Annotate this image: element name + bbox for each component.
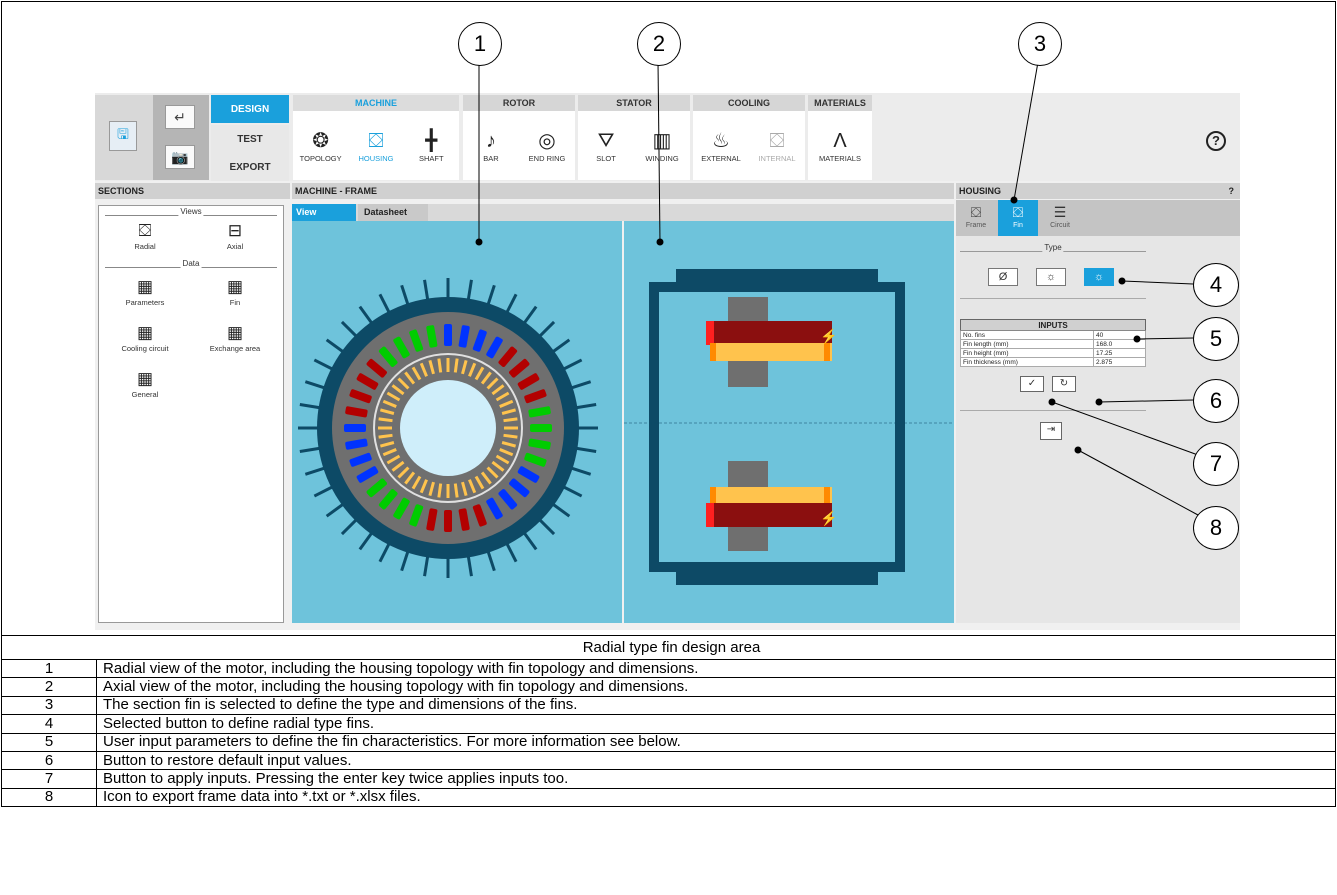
row-number: 3 — [1, 695, 97, 716]
row-number: 7 — [1, 769, 97, 789]
table-row: 6 Button to restore default input values. — [1, 750, 1336, 771]
callout-1: 1 — [458, 22, 502, 66]
row-number: 4 — [1, 714, 97, 734]
callout-2: 2 — [637, 22, 681, 66]
row-text: Selected button to define radial type fi… — [96, 714, 1336, 734]
row-text: Button to apply inputs. Pressing the ent… — [96, 769, 1336, 789]
callout-lines — [475, 61, 1199, 516]
row-number: 1 — [1, 658, 97, 679]
row-number: 8 — [1, 787, 97, 808]
row-number: 6 — [1, 750, 97, 771]
row-text: Axial view of the motor, including the h… — [96, 677, 1336, 697]
table-row: 5 User input parameters to define the fin… — [1, 732, 1336, 752]
row-text: User input parameters to define the fin … — [96, 732, 1336, 752]
callout-6: 6 — [1193, 379, 1239, 423]
figure-caption: Radial type fin design area — [1, 635, 1336, 660]
row-number: 2 — [1, 677, 97, 697]
table-row: 8 Icon to export frame data into *.txt or… — [1, 787, 1336, 808]
row-text: The section fin is selected to define th… — [96, 695, 1336, 716]
callout-3: 3 — [1018, 22, 1062, 66]
callout-4: 4 — [1193, 263, 1239, 307]
callout-8: 8 — [1193, 506, 1239, 550]
table-row: 1 Radial view of the motor, including the… — [1, 658, 1336, 679]
table-row: 2 Axial view of the motor, including the … — [1, 677, 1336, 697]
table-row: 7 Button to apply inputs. Pressing the en… — [1, 769, 1336, 789]
row-text: Button to restore default input values. — [96, 750, 1336, 771]
row-text: Icon to export frame data into *.txt or … — [96, 787, 1336, 808]
legend-table: Radial type fin design area 1 Radial view… — [1, 635, 1336, 808]
figure: 🖫 ↵ 📷 DESIGN TEST EXPORT MACHINE ❂ TOPOLO… — [0, 0, 1337, 895]
row-number: 5 — [1, 732, 97, 752]
row-text: Radial view of the motor, including the … — [96, 658, 1336, 679]
table-row: 4 Selected button to define radial type f… — [1, 714, 1336, 734]
callout-5: 5 — [1193, 317, 1239, 361]
callout-7: 7 — [1193, 442, 1239, 486]
table-row: 3 The section fin is selected to define t… — [1, 695, 1336, 716]
